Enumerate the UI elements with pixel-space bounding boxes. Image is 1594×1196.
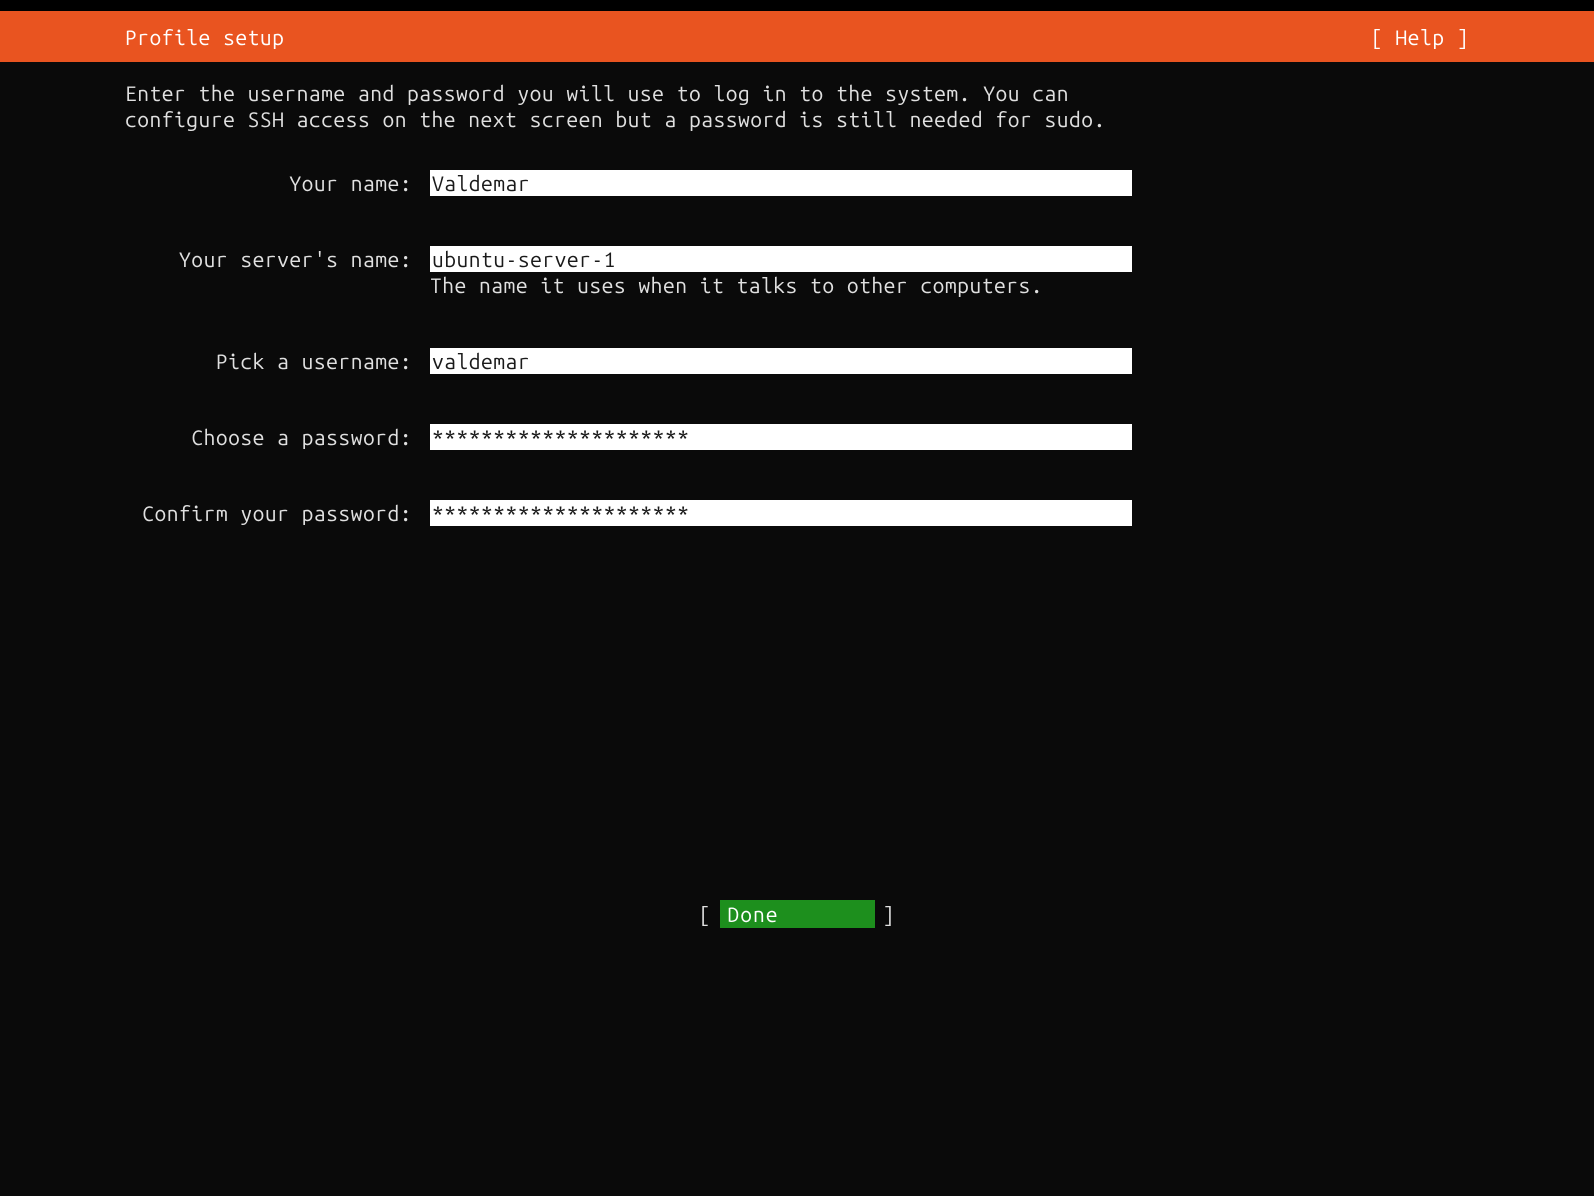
bracket-right-icon: ] [883, 902, 896, 926]
confirm-password-label: Confirm your password: [125, 500, 430, 526]
help-button[interactable]: [ Help ] [1371, 25, 1469, 49]
page-title: Profile setup [125, 25, 284, 49]
done-button-label: Done [720, 900, 875, 928]
header-bar: Profile setup [ Help ] [0, 11, 1594, 62]
done-button[interactable]: [ Done ] [699, 900, 896, 928]
password-label: Choose a password: [125, 424, 430, 450]
bracket-left-icon: [ [699, 902, 712, 926]
form-row-name: Your name: [125, 170, 1469, 196]
instructions-text: Enter the username and password you will… [125, 80, 1125, 132]
name-input[interactable] [430, 170, 1132, 196]
window-top-border [0, 0, 1594, 11]
password-input[interactable] [430, 424, 1132, 450]
server-name-hint: The name it uses when it talks to other … [430, 272, 1132, 298]
form-row-username: Pick a username: [125, 348, 1469, 374]
confirm-password-input[interactable] [430, 500, 1132, 526]
server-name-label: Your server's name: [125, 246, 430, 272]
footer-actions: [ Done ] [0, 900, 1594, 928]
username-label: Pick a username: [125, 348, 430, 374]
username-input[interactable] [430, 348, 1132, 374]
form-row-password: Choose a password: [125, 424, 1469, 450]
form-row-server-name: Your server's name: The name it uses whe… [125, 246, 1469, 298]
server-name-input[interactable] [430, 246, 1132, 272]
main-content: Enter the username and password you will… [0, 62, 1594, 526]
form-row-confirm-password: Confirm your password: [125, 500, 1469, 526]
name-label: Your name: [125, 170, 430, 196]
